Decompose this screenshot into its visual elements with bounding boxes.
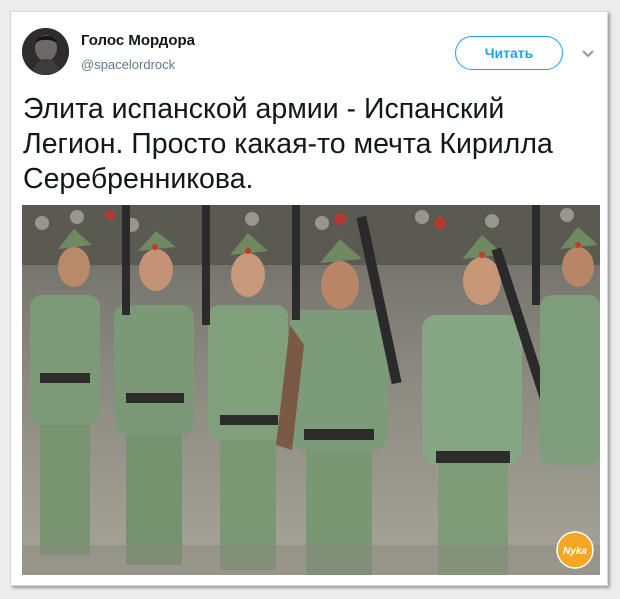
tweet-photo[interactable]: Nyka	[22, 205, 600, 575]
tweet-text-line: Элита испанской армии - Испанский	[23, 93, 505, 125]
tweet-text-line: Серебренникова.	[23, 163, 254, 195]
chevron-down-icon[interactable]	[579, 44, 597, 62]
tweet-text-line: Легион. Просто какая-то мечта Кирилла	[23, 128, 553, 160]
tweet-card: Голос Мордора @spacelordrock Читать Элит…	[10, 11, 608, 586]
display-name[interactable]: Голос Мордора	[81, 32, 195, 49]
user-handle[interactable]: @spacelordrock	[81, 57, 175, 72]
nyka-watermark-logo: Nyka	[556, 531, 594, 569]
tweet-text: Элита испанской армии - Испанский Легион…	[23, 92, 593, 197]
avatar[interactable]	[22, 28, 69, 75]
follow-button[interactable]: Читать	[455, 36, 563, 70]
watermark-label: Nyka	[563, 546, 587, 557]
legion-soldiers-image	[22, 205, 600, 575]
avatar-photo	[22, 28, 69, 75]
